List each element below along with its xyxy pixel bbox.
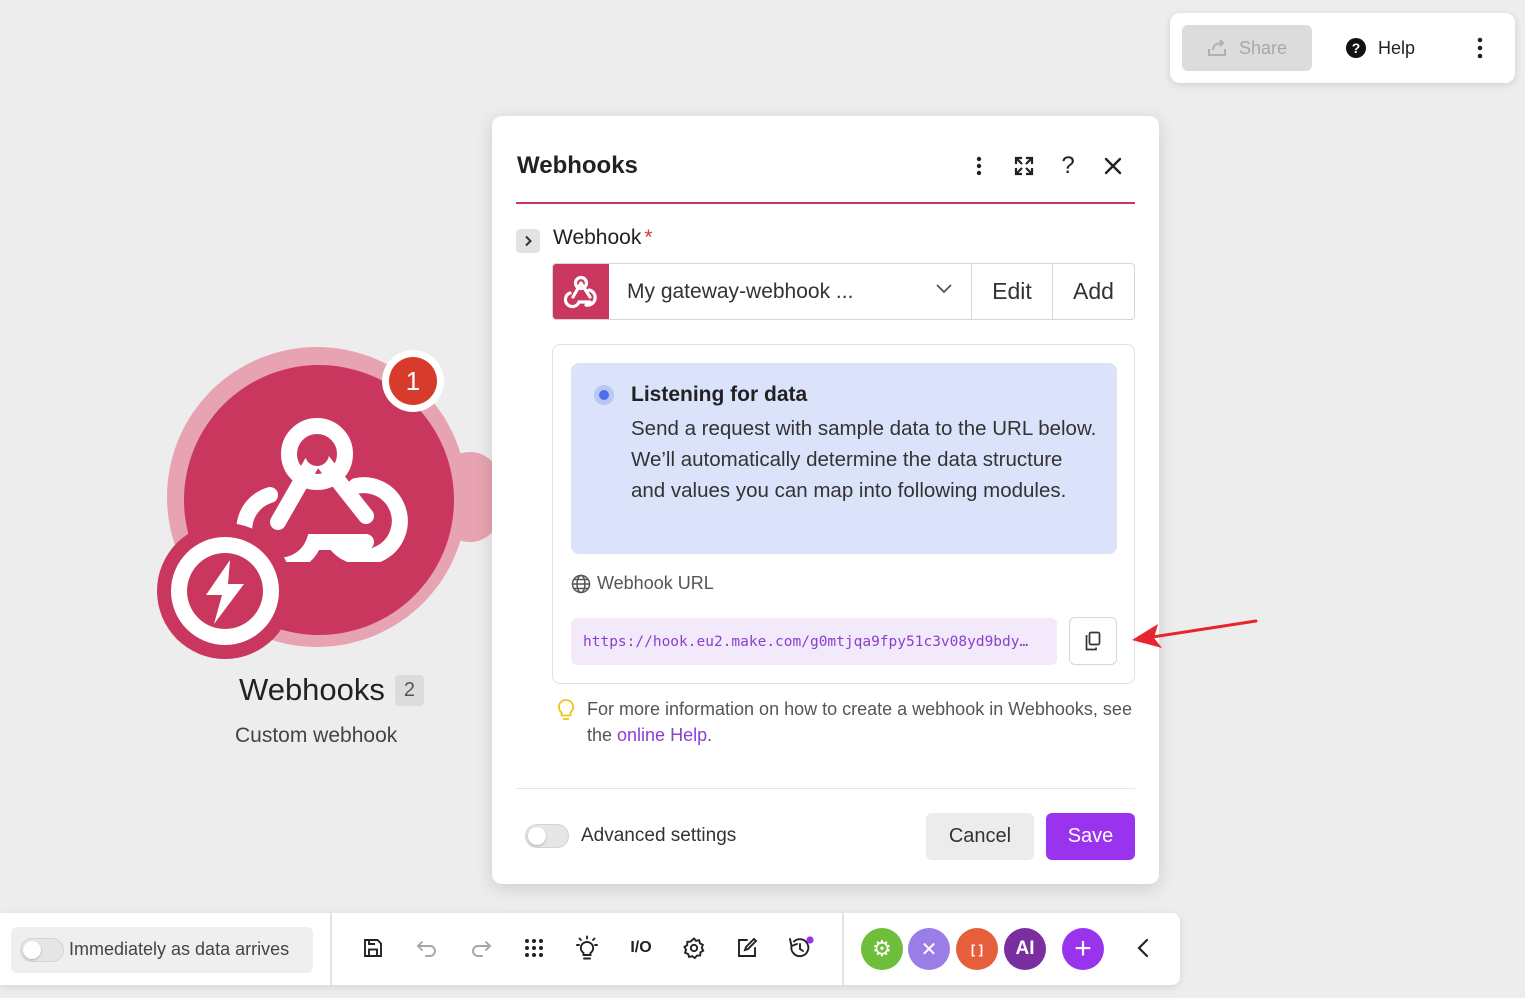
grid-icon <box>525 939 543 957</box>
webhook-url-value: https://hook.eu2.make.com/g0mtjqa9fpy51c… <box>583 633 1029 650</box>
listening-indicator-icon <box>594 385 614 405</box>
help-tip: For more information on how to create a … <box>556 696 1136 748</box>
more-vertical-icon <box>1477 37 1483 59</box>
save-scenario-button[interactable] <box>358 933 388 963</box>
dialog-more-button[interactable] <box>967 154 991 178</box>
share-button[interactable]: Share <box>1182 25 1312 71</box>
chevron-down-icon <box>936 284 952 294</box>
webhook-select-row: My gateway-webhook ... Edit Add <box>552 263 1135 320</box>
listening-description: Send a request with sample data to the U… <box>631 417 1097 502</box>
notes-button[interactable] <box>732 933 762 963</box>
error-count-badge[interactable]: 1 <box>389 357 437 405</box>
footer-separator <box>516 788 1135 789</box>
save-button[interactable]: Save <box>1046 813 1135 860</box>
redo-icon <box>472 941 492 957</box>
header-separator <box>516 202 1135 204</box>
io-button[interactable]: I/O <box>624 933 658 963</box>
webhook-icon <box>563 275 597 308</box>
text-parser-icon: [ ] <box>970 941 984 957</box>
toolbar-divider <box>330 913 332 985</box>
advanced-settings-toggle[interactable] <box>525 824 569 848</box>
flow-control-icon: ✕ <box>920 938 938 961</box>
listening-status-box: Listening for data Send a request with s… <box>571 363 1117 554</box>
trigger-badge-inner <box>171 537 279 645</box>
webhook-url-label: Webhook URL <box>571 573 714 594</box>
webhook-field-label: Webhook * <box>553 226 653 250</box>
help-icon: ? <box>1061 152 1075 179</box>
required-marker: * <box>644 226 653 249</box>
help-label: Help <box>1378 37 1416 58</box>
tools-icon: ⚙ <box>872 936 892 961</box>
ai-app-button[interactable]: AI <box>1004 928 1046 970</box>
settings-icon <box>683 937 705 959</box>
notes-icon <box>738 937 758 957</box>
webhook-url-field[interactable]: https://hook.eu2.make.com/g0mtjqa9fpy51c… <box>571 618 1057 665</box>
schedule-setting[interactable]: Immediately as data arrives <box>11 927 313 973</box>
module-title-row: Webhooks 2 <box>239 672 425 708</box>
schedule-label: Immediately as data arrives <box>69 939 290 959</box>
cancel-button[interactable]: Cancel <box>926 813 1034 860</box>
copy-url-button[interactable] <box>1069 617 1117 665</box>
io-icon: I/O <box>630 939 652 956</box>
webhook-selected-value: My gateway-webhook ... <box>627 279 854 303</box>
history-icon <box>789 936 814 958</box>
scheduling-toggle[interactable] <box>20 938 64 962</box>
edit-webhook-button[interactable]: Edit <box>972 264 1053 319</box>
help-button[interactable]: ? Help <box>1346 25 1415 71</box>
advanced-settings-label: Advanced settings <box>581 825 737 846</box>
top-toolbar: Share ? Help <box>1170 13 1515 83</box>
field-expand-toggle[interactable] <box>516 229 540 253</box>
chevron-left-icon <box>1137 938 1149 958</box>
toolbar-divider <box>842 913 844 985</box>
webhooks-dialog: Webhooks ? Webhook * My gateway-webhook … <box>492 116 1159 884</box>
more-options-button[interactable] <box>1468 31 1492 65</box>
lightbulb-icon <box>576 935 598 960</box>
webhook-dropdown[interactable]: My gateway-webhook ... <box>609 264 972 319</box>
save-icon <box>364 939 382 957</box>
listening-card: Listening for data Send a request with s… <box>552 344 1135 684</box>
tools-app-button[interactable]: ⚙ <box>861 928 903 970</box>
plus-icon: + <box>1074 932 1092 965</box>
undo-icon <box>416 941 436 957</box>
add-app-button[interactable]: + <box>1062 928 1104 970</box>
module-subtitle: Custom webhook <box>235 724 398 747</box>
module-id-badge: 2 <box>394 674 425 706</box>
dialog-title: Webhooks <box>517 152 638 179</box>
redo-button[interactable] <box>466 933 496 963</box>
webhook-app-icon <box>553 264 609 319</box>
add-webhook-button[interactable]: Add <box>1053 264 1134 319</box>
webhook-label-text: Webhook <box>553 226 642 249</box>
dialog-help-button[interactable]: ? <box>1056 152 1080 179</box>
bottom-toolbar: Immediately as data arrives I/O ⚙ ✕ [] … <box>0 913 1180 985</box>
lightbulb-icon <box>557 699 575 720</box>
tip-text: For more information on how to create a … <box>587 696 1136 748</box>
share-icon <box>1207 39 1226 56</box>
flow-control-button[interactable]: ✕ <box>908 928 950 970</box>
ai-icon: AI <box>1015 938 1035 959</box>
help-icon: ? <box>1346 38 1366 58</box>
text-parser-button[interactable]: [ ] <box>956 928 998 970</box>
explain-flow-button[interactable] <box>572 933 602 963</box>
history-button[interactable] <box>786 933 816 963</box>
close-icon <box>1104 157 1122 175</box>
dialog-expand-button[interactable] <box>1012 154 1036 178</box>
lightning-icon <box>187 553 263 629</box>
scenario-settings-button[interactable] <box>679 933 709 963</box>
online-help-link[interactable]: online Help <box>617 725 707 745</box>
webhook-url-label-text: Webhook URL <box>597 573 714 593</box>
copy-icon <box>1085 631 1101 651</box>
globe-icon <box>571 574 591 593</box>
expand-icon <box>1014 156 1034 176</box>
listening-title: Listening for data <box>631 383 808 406</box>
chevron-right-icon <box>525 235 532 247</box>
dialog-close-button[interactable] <box>1101 154 1125 178</box>
undo-button[interactable] <box>412 933 442 963</box>
module-title: Webhooks <box>239 672 385 707</box>
more-vertical-icon <box>976 156 982 176</box>
annotation-arrow-icon <box>1132 619 1258 648</box>
arrange-button[interactable] <box>519 933 549 963</box>
share-label: Share <box>1238 37 1288 58</box>
collapse-toolbar-button[interactable] <box>1128 933 1158 963</box>
tip-text-after: . <box>707 725 713 745</box>
